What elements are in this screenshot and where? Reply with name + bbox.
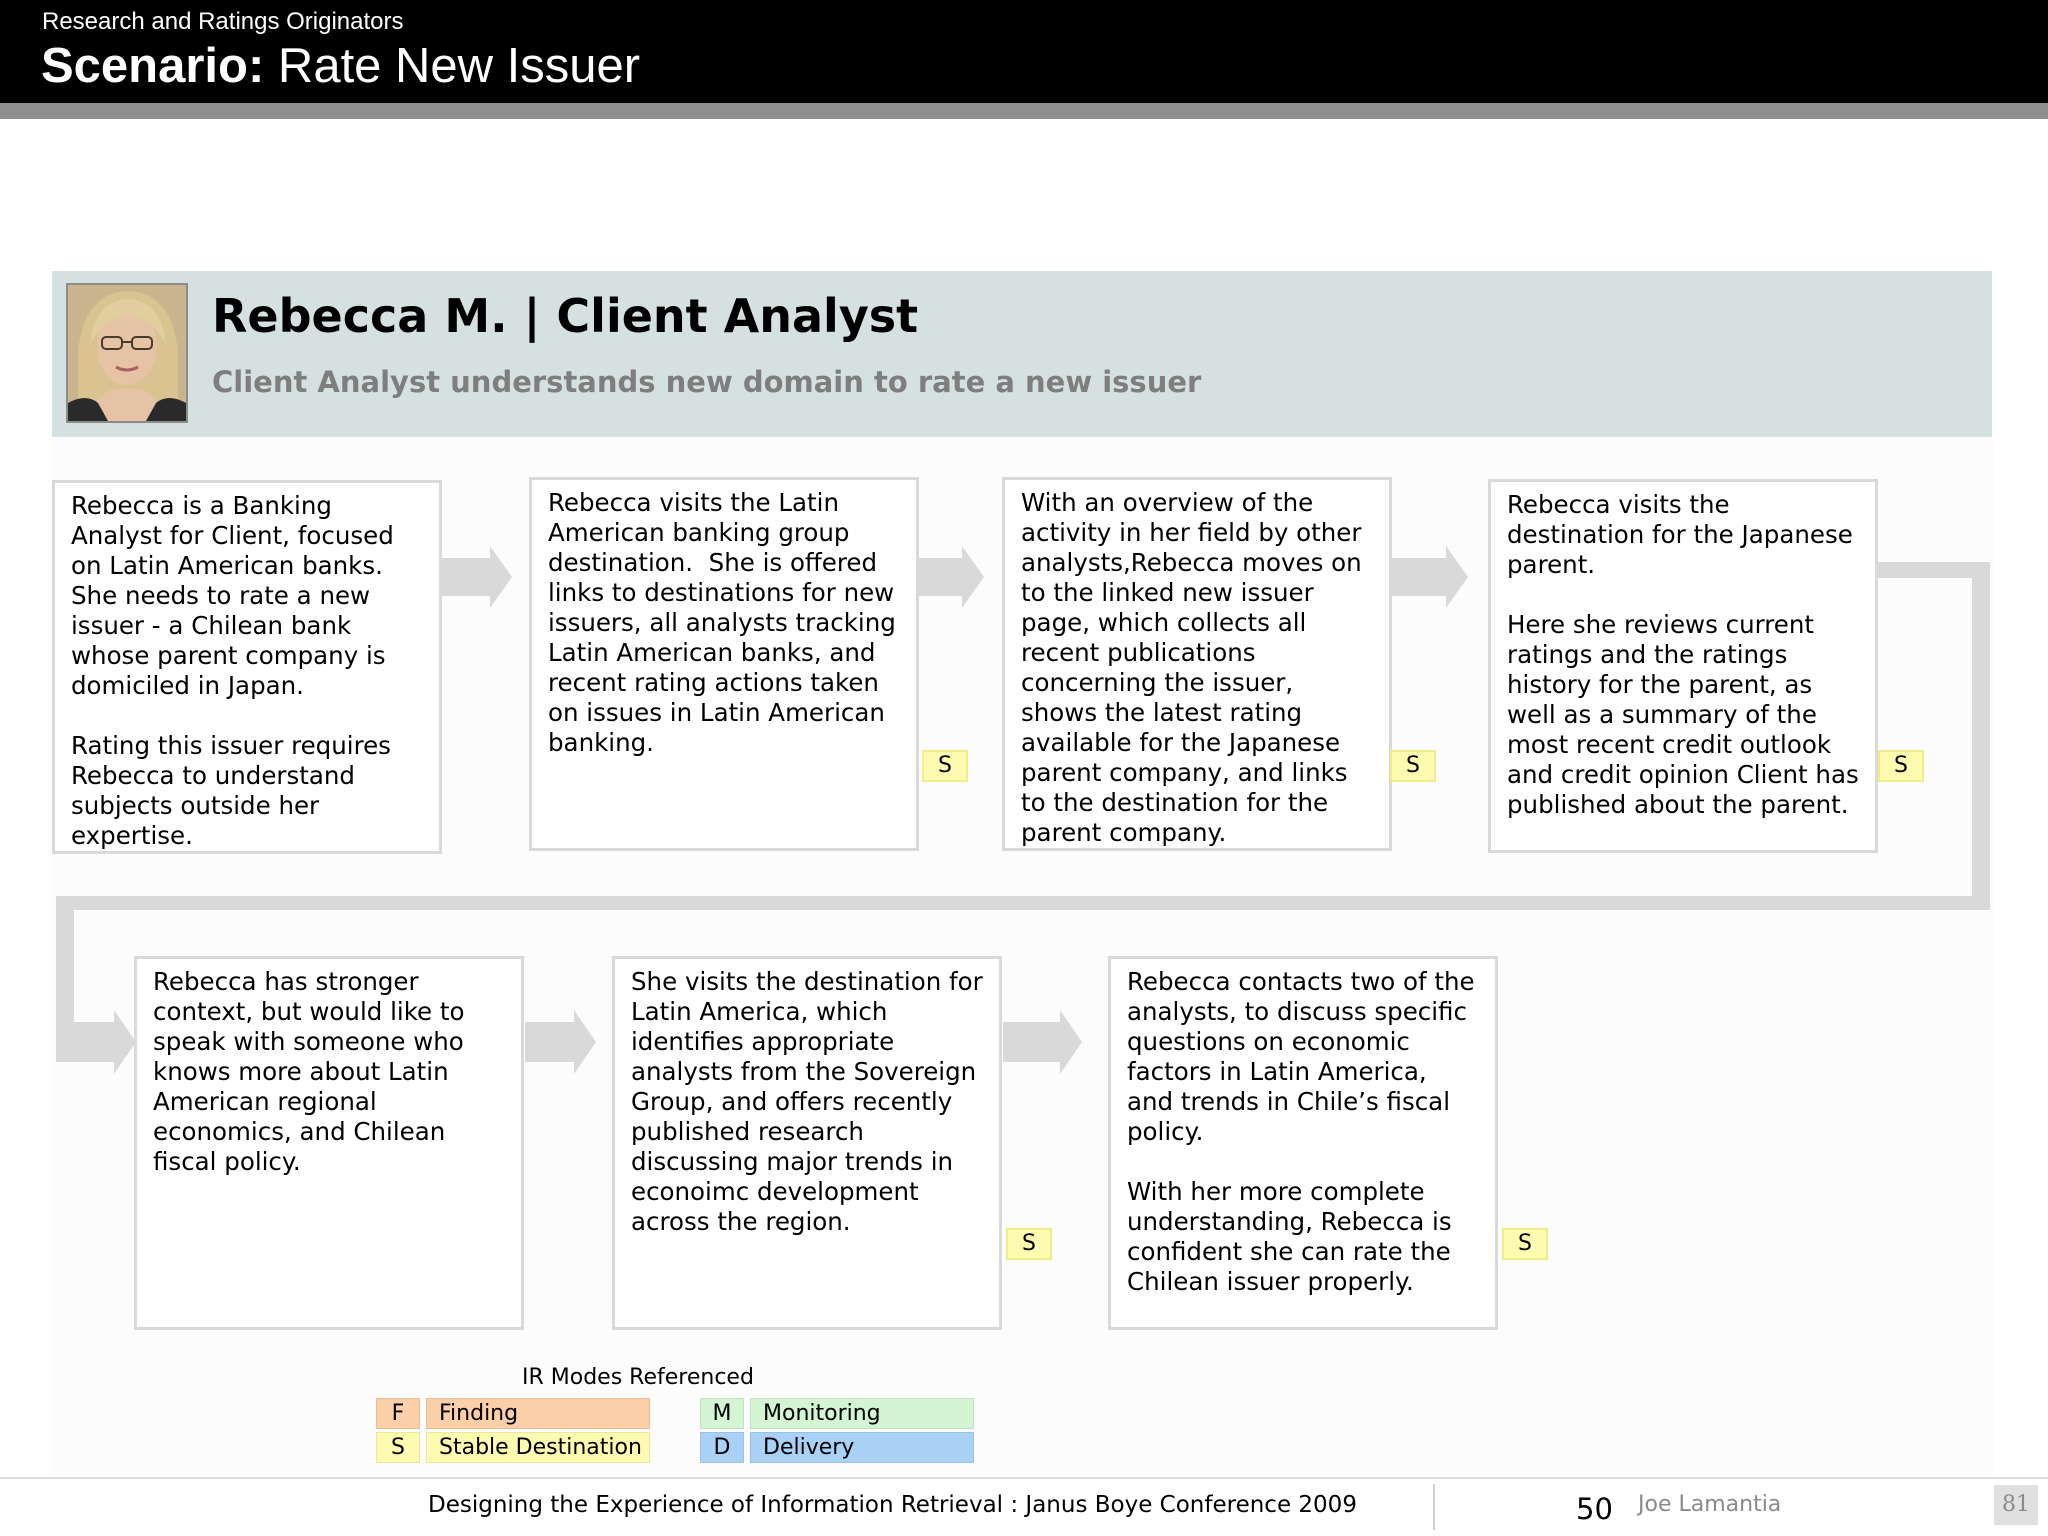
legend-label-finding: Finding xyxy=(426,1398,650,1429)
legend-code-monitoring: M xyxy=(700,1398,744,1429)
legend-title: IR Modes Referenced xyxy=(522,1365,754,1390)
legend-code-delivery: D xyxy=(700,1432,744,1463)
legend-label-delivery: Delivery xyxy=(750,1432,974,1463)
flow-arrow xyxy=(1392,546,1468,608)
scenario-step-7: Rebecca contacts two of the analysts, to… xyxy=(1108,956,1498,1330)
stable-destination-badge: S xyxy=(1502,1228,1548,1260)
scenario-step-1: Rebecca is a Banking Analyst for Client,… xyxy=(52,480,442,854)
flow-arrow xyxy=(525,1010,596,1074)
stable-destination-badge: S xyxy=(922,750,968,782)
footer-divider xyxy=(1433,1484,1435,1530)
footer-conference-text: Designing the Experience of Information … xyxy=(428,1492,1357,1518)
scenario-step-4: Rebecca visits the destination for the J… xyxy=(1488,479,1878,853)
scenario-step-2: Rebecca visits the Latin American bankin… xyxy=(529,477,919,851)
legend-label-monitoring: Monitoring xyxy=(750,1398,974,1429)
scenario-step-3: With an overview of the activity in her … xyxy=(1002,477,1392,851)
flow-arrow xyxy=(442,546,512,608)
legend-code-stable-destination: S xyxy=(376,1432,420,1463)
footer-rule xyxy=(0,1477,2048,1479)
stable-destination-badge: S xyxy=(1390,750,1436,782)
flow-arrow xyxy=(919,546,984,608)
stable-destination-badge: S xyxy=(1878,750,1924,782)
flow-arrow xyxy=(1003,1010,1082,1074)
stable-destination-badge: S xyxy=(1006,1228,1052,1260)
footer-slide-number: 50 xyxy=(1576,1492,1613,1526)
legend-code-finding: F xyxy=(376,1398,420,1429)
legend-label-stable-destination: Stable Destination xyxy=(426,1432,650,1463)
scenario-step-6: She visits the destination for Latin Ame… xyxy=(612,956,1002,1330)
scenario-step-5: Rebecca has stronger context, but would … xyxy=(134,956,524,1330)
footer-author: Joe Lamantia xyxy=(1638,1492,1782,1517)
page-number: 81 xyxy=(1994,1485,2038,1525)
